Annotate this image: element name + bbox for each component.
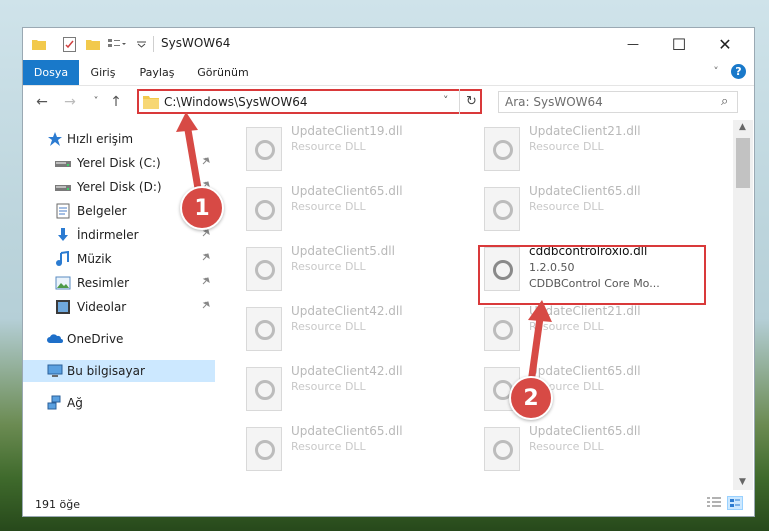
annotation-arrows: [176, 112, 552, 391]
step-2-badge: 2: [509, 376, 553, 420]
step-1-badge: 1: [180, 186, 224, 230]
